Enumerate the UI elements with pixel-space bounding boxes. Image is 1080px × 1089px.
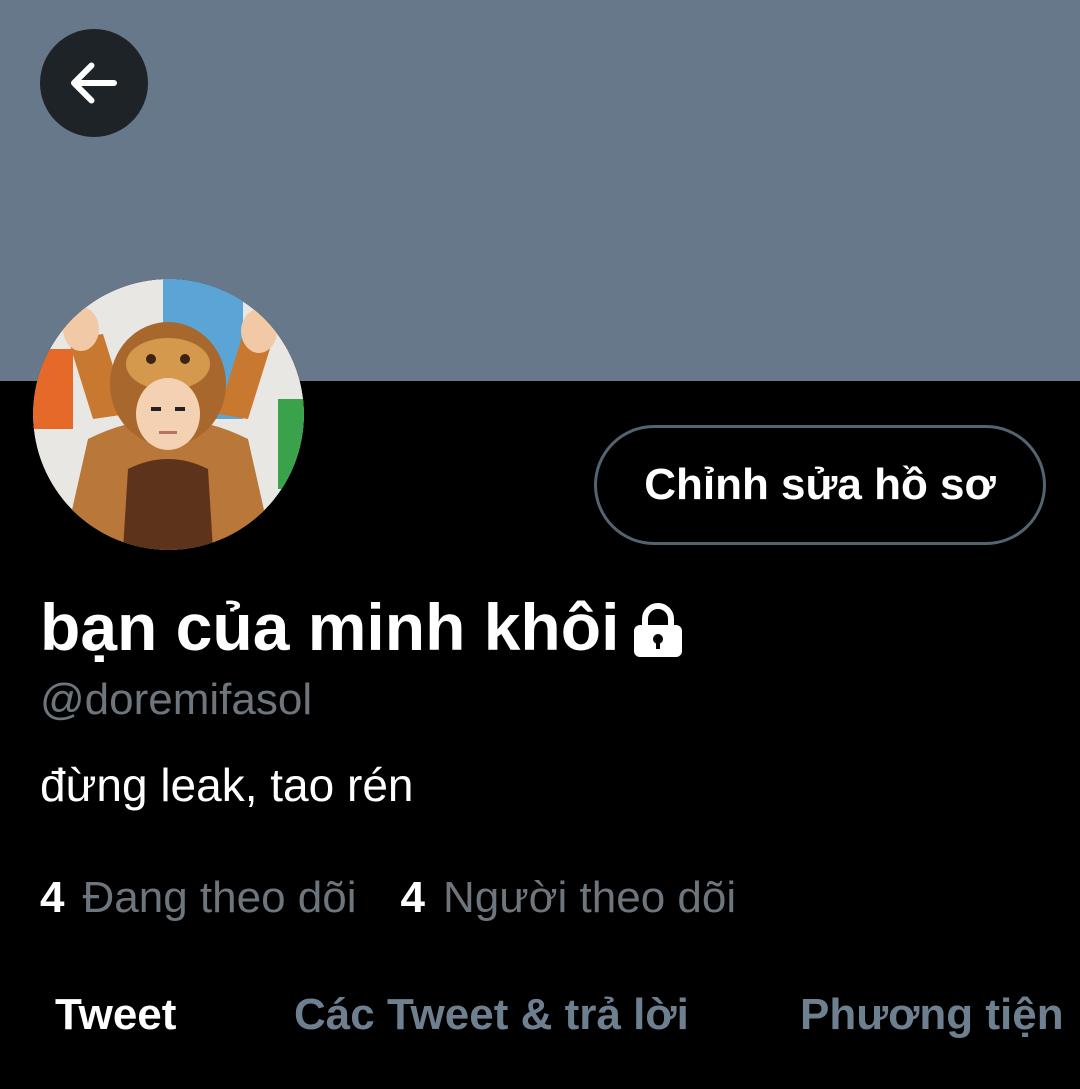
tab-tweets[interactable]: Tweet <box>55 980 176 1050</box>
avatar-image <box>33 279 304 550</box>
following-label: Đang theo dõi <box>82 873 357 922</box>
followers-label: Người theo dõi <box>442 873 737 922</box>
edit-profile-label: Chỉnh sửa hồ sơ <box>644 460 996 509</box>
stats-row: 4 Đang theo dõi 4 Người theo dõi <box>40 872 736 924</box>
tab-tweets-and-replies[interactable]: Các Tweet & trả lời <box>294 980 689 1050</box>
followers-count: 4 <box>400 873 425 922</box>
lock-icon <box>634 603 683 657</box>
followers-stat[interactable]: 4 Người theo dõi <box>400 872 736 924</box>
back-button[interactable] <box>40 29 148 137</box>
edit-profile-button[interactable]: Chỉnh sửa hồ sơ <box>594 425 1046 545</box>
following-stat[interactable]: 4 Đang theo dõi <box>40 872 356 924</box>
handle: @doremifasol <box>40 675 313 724</box>
display-name: bạn của minh khôi <box>40 590 620 664</box>
arrow-left-icon <box>71 62 117 104</box>
bio: đừng leak, tao rén <box>40 759 414 811</box>
name-row: bạn của minh khôi <box>40 582 685 672</box>
profile-tabs: Tweet Các Tweet & trả lời Phương tiện <box>0 980 1080 1050</box>
profile-page: Chỉnh sửa hồ sơ bạn của minh khôi @dorem… <box>0 0 1080 1089</box>
avatar[interactable] <box>33 279 304 550</box>
tab-media[interactable]: Phương tiện <box>800 980 1064 1050</box>
following-count: 4 <box>40 873 65 922</box>
